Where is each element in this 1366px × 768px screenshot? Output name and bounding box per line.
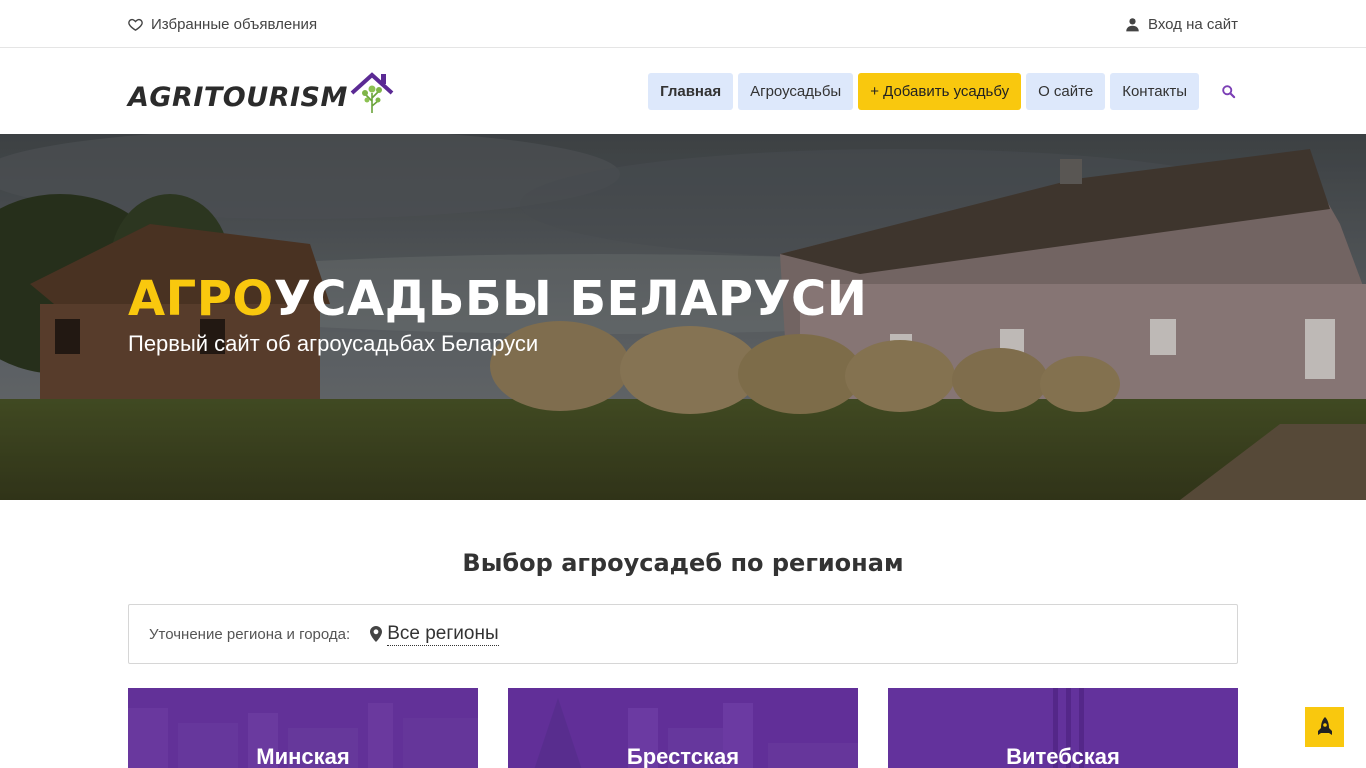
hero-title: АГРОУСАДЬБЫ БЕЛАРУСИ: [128, 271, 1238, 327]
regions-section: Выбор агроусадеб по регионам Уточнение р…: [128, 549, 1238, 768]
main-nav: Главная Агроусадьбы + Добавить усадьбу О…: [648, 72, 1238, 110]
regions-title: Выбор агроусадеб по регионам: [462, 549, 904, 577]
login-label: Вход на сайт: [1148, 15, 1238, 33]
map-marker-icon: [370, 626, 383, 642]
nav-farmsteads[interactable]: Агроусадьбы: [738, 72, 854, 110]
hero-title-accent: АГРО: [128, 271, 274, 327]
logo-text: AGRITOURISM: [128, 82, 348, 113]
top-bar: Избранные объявления Вход на сайт: [0, 0, 1366, 48]
region-selector-value[interactable]: Все регионы: [387, 623, 499, 646]
nav-about[interactable]: О сайте: [1026, 72, 1106, 110]
region-filter: Уточнение региона и города: Все регионы: [128, 604, 1238, 664]
nav-home[interactable]: Главная: [648, 72, 734, 110]
hero-title-rest: УСАДЬБЫ БЕЛАРУСИ: [273, 271, 868, 327]
favorites-link[interactable]: Избранные объявления: [128, 16, 317, 33]
region-cards: Минская Брестская Витебская: [128, 688, 1238, 768]
user-icon: [1126, 17, 1139, 31]
region-card-label: Минская: [256, 744, 350, 768]
hero-subtitle: Первый сайт об агроусадьбах Беларуси: [128, 331, 539, 356]
site-header: AGRITOURISM Главная Агроусадьбы + Добави…: [0, 48, 1366, 134]
region-card-brest[interactable]: Брестская: [508, 688, 858, 768]
back-to-top-button[interactable]: [1305, 707, 1344, 747]
favorites-label: Избранные объявления: [151, 15, 318, 33]
region-filter-label: Уточнение региона и города:: [149, 625, 351, 643]
search-button[interactable]: [1218, 81, 1238, 101]
hero-banner: АГРОУСАДЬБЫ БЕЛАРУСИ Первый сайт об агро…: [0, 134, 1366, 500]
region-card-label: Витебская: [1006, 744, 1120, 768]
region-card-vitebsk[interactable]: Витебская: [888, 688, 1238, 768]
nav-contacts[interactable]: Контакты: [1110, 72, 1199, 110]
house-tree-logo-icon: [350, 72, 394, 113]
region-card-label: Брестская: [626, 744, 740, 768]
region-selector[interactable]: Все регионы: [370, 623, 499, 646]
search-icon: [1221, 84, 1235, 98]
rocket-icon: [1317, 717, 1332, 735]
region-card-minsk[interactable]: Минская: [128, 688, 478, 768]
heart-outline-icon: [128, 18, 143, 31]
nav-add-farmstead-button[interactable]: + Добавить усадьбу: [858, 72, 1022, 110]
site-logo[interactable]: AGRITOURISM: [128, 71, 394, 113]
login-link[interactable]: Вход на сайт: [1125, 16, 1238, 33]
